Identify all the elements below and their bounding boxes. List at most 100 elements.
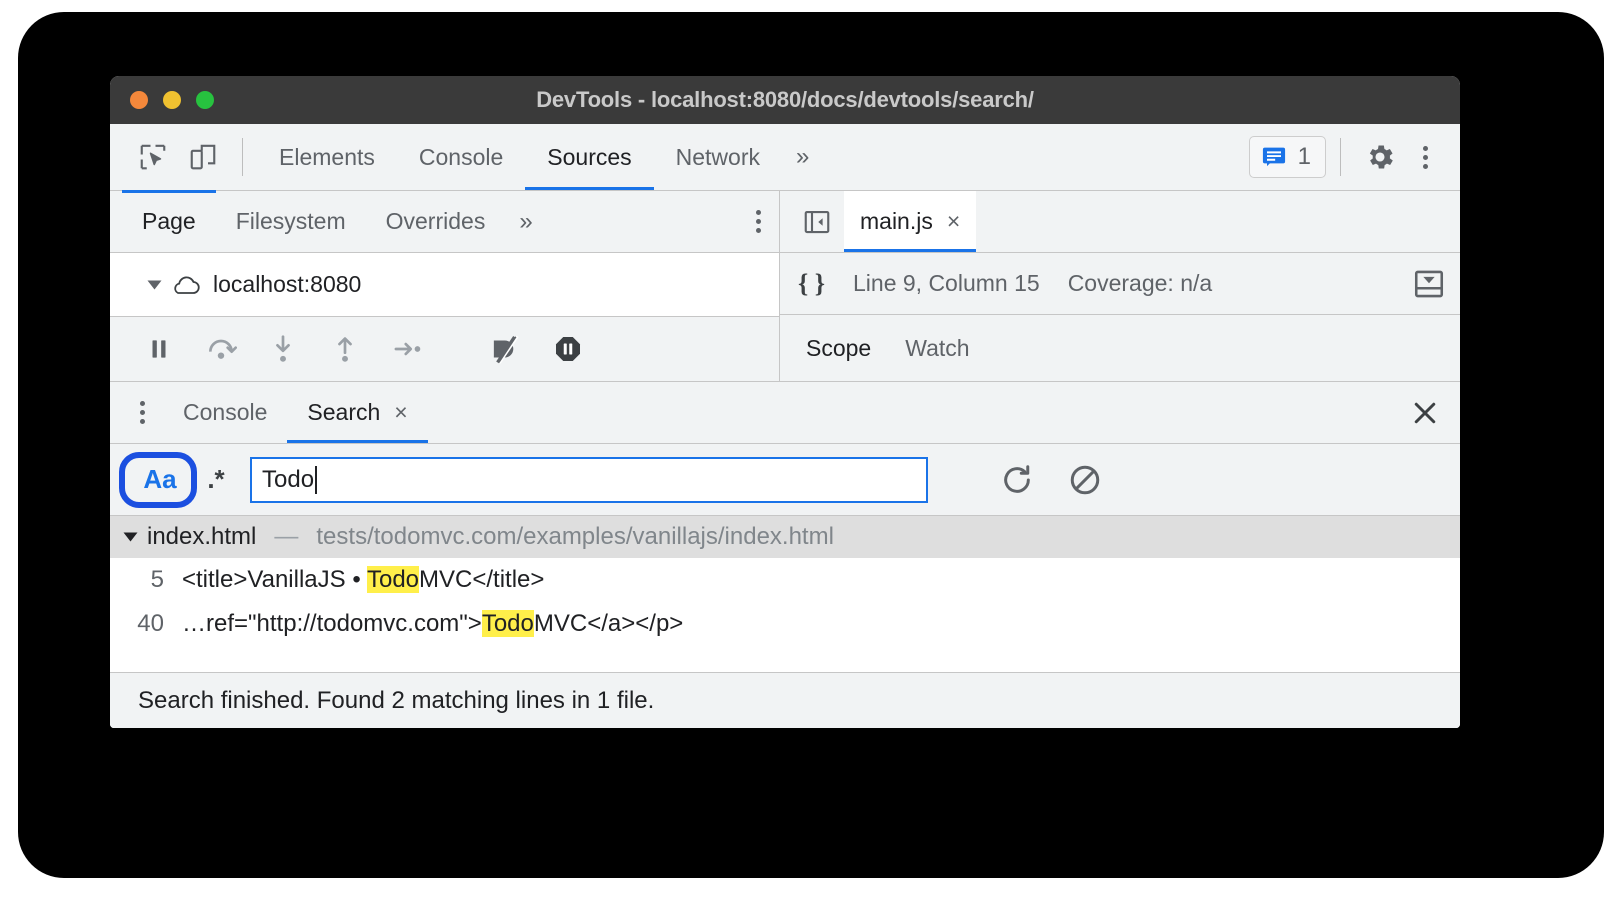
search-status-label: Search finished. Found 2 matching lines … — [138, 686, 655, 714]
tree-item-label: localhost:8080 — [213, 271, 362, 297]
drawer-kebab-menu-icon[interactable] — [122, 382, 163, 443]
drawer-tab-bar: Console Search × — [110, 382, 1460, 444]
drawer-tab-search-label: Search — [307, 399, 381, 425]
message-count-label: 1 — [1297, 143, 1311, 170]
tab-console-label: Console — [418, 143, 504, 170]
file-tab-main-js[interactable]: main.js × — [844, 191, 977, 252]
show-navigator-icon[interactable] — [790, 191, 844, 252]
text-caret — [315, 465, 318, 494]
pause-on-exceptions-icon[interactable] — [541, 329, 595, 369]
traffic-light-buttons — [130, 91, 214, 109]
result-file-name: index.html — [147, 523, 257, 550]
step-out-icon[interactable] — [318, 329, 372, 369]
more-tabs-chevron-icon[interactable]: » — [782, 124, 823, 190]
navigator-tab-bar: Page Filesystem Overrides » — [110, 190, 779, 253]
file-tab-label: main.js — [860, 208, 933, 234]
navigator-more-chevron-icon[interactable]: » — [505, 191, 546, 252]
result-line-suffix: MVC</title> — [419, 566, 545, 593]
step-over-icon[interactable] — [194, 329, 248, 369]
message-count-button[interactable]: 1 — [1248, 136, 1326, 178]
drawer-tab-console-label: Console — [183, 399, 268, 425]
result-file-separator: — — [274, 523, 299, 550]
close-window-button[interactable] — [130, 91, 148, 109]
result-line-number: 40 — [137, 610, 164, 637]
inspect-cursor-icon[interactable] — [128, 124, 178, 190]
drawer-tab-search-close-icon[interactable]: × — [394, 401, 407, 424]
search-result-file-row[interactable]: index.html — tests/todomvc.com/examples/… — [110, 516, 1460, 558]
device-toolbar-icon[interactable] — [178, 124, 228, 190]
file-tab-bar: main.js × — [780, 191, 1460, 253]
maximize-window-button[interactable] — [196, 91, 214, 109]
navigator-pane: Page Filesystem Overrides » localhost:80… — [110, 190, 780, 381]
message-bubble-icon — [1260, 143, 1288, 171]
editor-pane: main.js × { } Line 9, Column 15 Coverage… — [780, 191, 1460, 381]
title-bar: DevTools - localhost:8080/docs/devtools/… — [110, 76, 1460, 124]
result-line-prefix: …ref="http://todomvc.com"> — [182, 610, 482, 637]
editor-status-row: { } Line 9, Column 15 Coverage: n/a — [780, 253, 1460, 315]
cursor-position-label: Line 9, Column 15 — [853, 270, 1040, 296]
navigator-tab-overrides-label: Overrides — [385, 208, 486, 234]
toolbar-divider — [242, 138, 243, 176]
cloud-icon — [169, 272, 203, 298]
search-input-value: Todo — [262, 465, 315, 493]
drawer-tab-console[interactable]: Console — [163, 382, 287, 443]
regex-label: .* — [207, 464, 225, 494]
drawer-tab-search[interactable]: Search × — [287, 382, 429, 443]
result-line-text: <title>VanillaJS • TodoMVC</title> — [182, 566, 544, 594]
deactivate-breakpoints-icon[interactable] — [479, 329, 533, 369]
tab-scope[interactable]: Scope — [806, 335, 905, 362]
debugger-toolbar — [110, 317, 779, 381]
refresh-icon[interactable] — [994, 457, 1040, 503]
navigator-tab-filesystem[interactable]: Filesystem — [216, 191, 366, 252]
tab-network-label: Network — [675, 143, 760, 170]
minimize-window-button[interactable] — [163, 91, 181, 109]
search-status-bar: Search finished. Found 2 matching lines … — [110, 672, 1460, 728]
result-line-suffix: MVC</a></p> — [533, 610, 684, 637]
result-line-prefix: <title>VanillaJS • — [182, 566, 367, 593]
match-case-button[interactable]: Aa — [132, 458, 188, 502]
tab-network[interactable]: Network — [654, 124, 782, 190]
tab-console[interactable]: Console — [397, 124, 525, 190]
tab-sources-label: Sources — [547, 143, 632, 170]
search-toolbar: Aa .* Todo — [110, 444, 1460, 516]
regex-button[interactable]: .* — [188, 458, 244, 502]
pause-script-execution-icon[interactable] — [132, 329, 186, 369]
search-input[interactable]: Todo — [250, 456, 928, 503]
search-result-line[interactable]: 5 <title>VanillaJS • TodoMVC</title> — [110, 558, 1460, 602]
expand-triangle-icon[interactable] — [147, 280, 162, 289]
result-file-path: tests/todomvc.com/examples/vanillajs/ind… — [316, 523, 834, 550]
main-kebab-menu-icon[interactable] — [1405, 124, 1446, 190]
navigator-tree: localhost:8080 — [110, 253, 779, 317]
toolbar-divider-2 — [1340, 138, 1341, 176]
pretty-print-braces-icon[interactable]: { } — [798, 269, 825, 299]
navigator-kebab-menu-icon[interactable] — [738, 191, 779, 252]
result-line-number: 5 — [150, 566, 164, 593]
tree-item-localhost[interactable]: localhost:8080 — [147, 271, 362, 298]
coverage-label: Coverage: n/a — [1067, 270, 1213, 296]
step-into-icon[interactable] — [256, 329, 310, 369]
tab-watch[interactable]: Watch — [905, 335, 1003, 362]
tab-elements[interactable]: Elements — [257, 124, 397, 190]
debugger-side-panel-tabs: Scope Watch — [780, 315, 1460, 381]
result-match-highlight: Todo — [366, 566, 420, 593]
clear-icon[interactable] — [1062, 457, 1108, 503]
navigator-spacer — [547, 191, 738, 252]
gear-icon[interactable] — [1355, 124, 1405, 190]
tab-elements-label: Elements — [279, 143, 375, 170]
drawer: Console Search × Aa .* Todo index.html —… — [110, 381, 1460, 728]
navigator-tab-page[interactable]: Page — [122, 190, 216, 252]
navigator-tab-page-label: Page — [142, 208, 196, 234]
result-match-highlight: Todo — [481, 610, 534, 637]
step-icon[interactable] — [380, 329, 434, 369]
result-line-text: …ref="http://todomvc.com">TodoMVC</a></p… — [182, 610, 683, 638]
navigator-tab-filesystem-label: Filesystem — [235, 208, 346, 234]
file-tab-close-icon[interactable]: × — [947, 210, 960, 233]
navigator-tab-overrides[interactable]: Overrides — [366, 191, 506, 252]
expand-triangle-icon[interactable] — [123, 532, 138, 542]
main-tab-bar: Elements Console Sources Network » 1 — [110, 124, 1460, 191]
close-icon[interactable] — [1390, 382, 1460, 443]
coverage-drawer-icon[interactable] — [1412, 267, 1446, 301]
search-result-line[interactable]: 40 …ref="http://todomvc.com">TodoMVC</a>… — [110, 602, 1460, 646]
tab-sources[interactable]: Sources — [525, 124, 655, 190]
